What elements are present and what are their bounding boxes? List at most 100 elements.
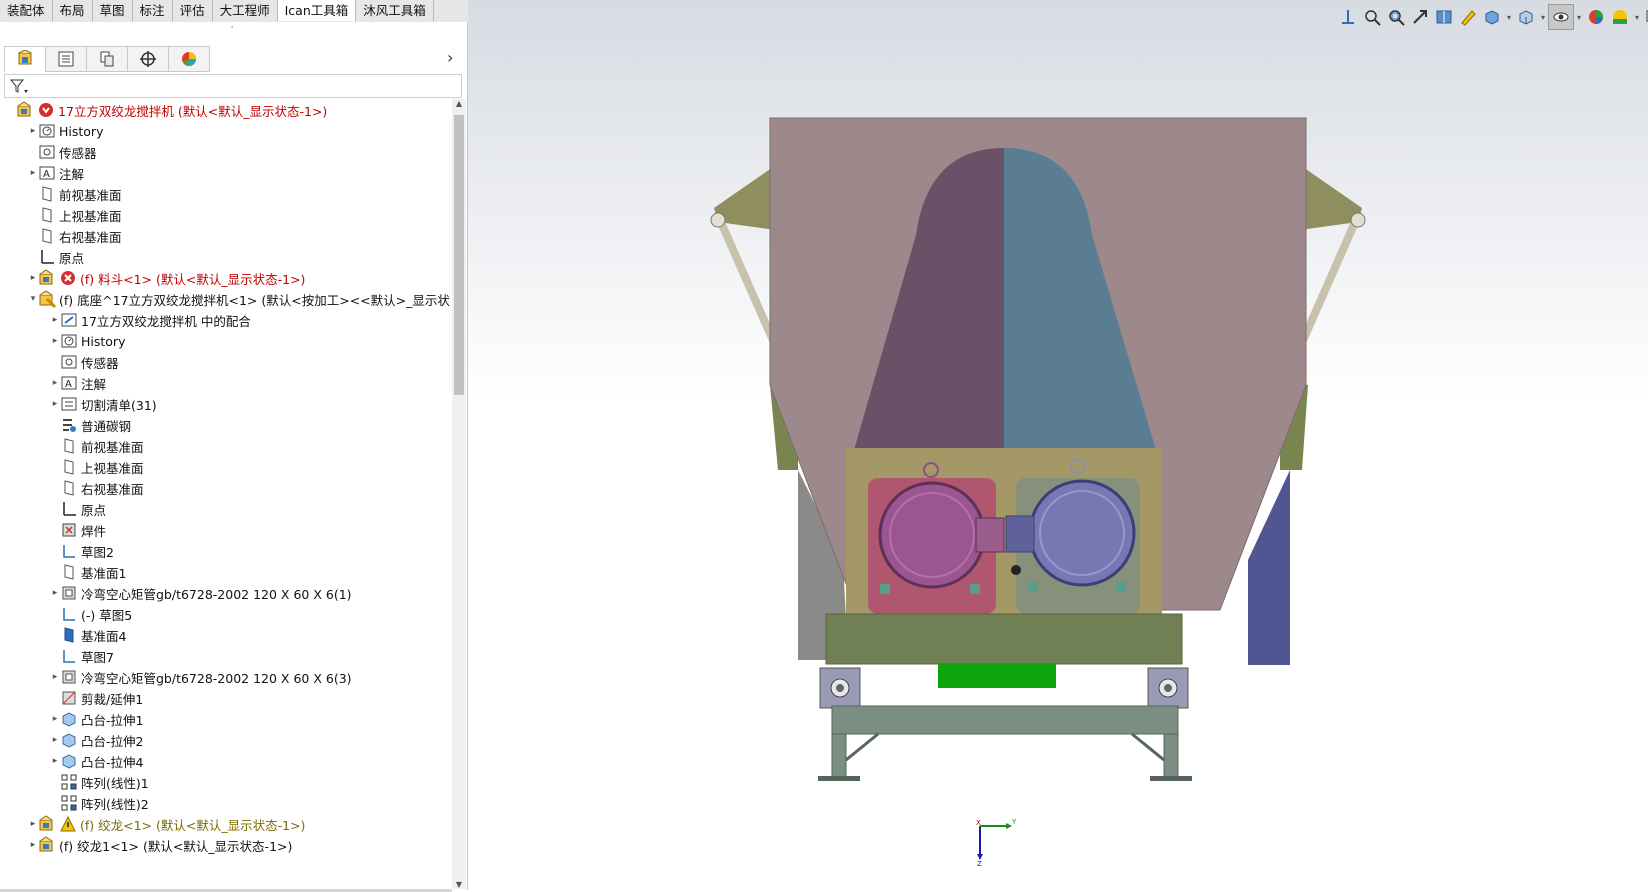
panel-expand-chevron-icon[interactable]: › [447, 48, 461, 68]
graphics-viewport[interactable]: ▾▾▾▾▾ ◧ ◨ ❐ ☐ X Y Z 激 转 [468, 0, 1648, 890]
tab-3[interactable]: 标注 [133, 0, 173, 21]
display-style-icon[interactable] [1514, 5, 1538, 29]
expand-toggle-icon[interactable]: ▸ [50, 672, 60, 682]
tree-item[interactable]: 右视基准面 [0, 225, 122, 247]
tree-item[interactable]: 传感器 [0, 351, 119, 373]
tab-2[interactable]: 草图 [93, 0, 133, 21]
tree-item[interactable]: ▸ A 注解 [0, 162, 84, 184]
tree-item[interactable]: 前视基准面 [0, 435, 144, 457]
expand-toggle-icon[interactable]: ▸ [28, 126, 38, 136]
expand-toggle-icon[interactable]: ▸ [28, 819, 38, 829]
tree-item[interactable]: ▸ (f) 绞龙1<1> (默认<默认_显示状态-1>) [0, 834, 292, 856]
scroll-up-icon[interactable]: ▲ [452, 99, 466, 108]
dropdown-arrow-icon[interactable]: ▾ [1632, 13, 1642, 22]
tree-item[interactable]: ▸ 凸台-拉伸1 [0, 708, 143, 730]
expand-toggle-icon[interactable]: ▸ [50, 315, 60, 325]
expand-toggle-icon[interactable]: ▸ [50, 714, 60, 724]
tree-item[interactable]: 阵列(线性)1 [0, 771, 149, 793]
feature-tree: 17立方双绞龙搅拌机 (默认<默认_显示状态-1>) ▸ History 传感器 ▸ A 注… [0, 99, 450, 889]
tree-item[interactable]: 阵列(线性)2 [0, 792, 149, 814]
tree-vertical-scrollbar[interactable]: ▲ ▼ [452, 99, 466, 889]
expand-toggle-icon[interactable]: ▸ [50, 735, 60, 745]
tree-item[interactable]: ▸ 冷弯空心矩管gb/t6728-2002 120 X 60 X 6(3) [0, 666, 352, 688]
tree-item-label: 注解 [59, 166, 85, 182]
scroll-down-icon[interactable]: ▼ [452, 880, 466, 889]
expand-toggle-icon[interactable]: ▸ [50, 336, 60, 346]
zoom-to-area-icon[interactable] [1384, 5, 1408, 29]
previous-view-icon[interactable] [1408, 5, 1432, 29]
tree-item[interactable]: ▸ 切割清单(31) [0, 393, 157, 415]
dropdown-arrow-icon[interactable]: ▾ [1538, 13, 1548, 22]
expand-toggle-icon[interactable]: ▸ [28, 273, 38, 283]
expand-toggle-icon[interactable]: ▸ [50, 399, 60, 409]
view-orientation-cube-icon[interactable] [1480, 5, 1504, 29]
dimxpert-tab[interactable] [127, 46, 168, 72]
view-settings-icon[interactable] [1642, 5, 1648, 29]
assembly-icon [38, 836, 56, 854]
tree-item[interactable]: 基准面4 [0, 624, 126, 646]
history-icon [60, 332, 78, 350]
edit-appearance-icon[interactable] [1584, 5, 1608, 29]
propertymanager-tab[interactable] [45, 46, 86, 72]
tree-item[interactable]: ▾ (f) 底座^17立方双绞龙搅拌机<1> (默认<按加工><<默认>_显示状态… [0, 288, 450, 310]
tree-item[interactable]: 17立方双绞龙搅拌机 (默认<默认_显示状态-1>) [0, 99, 327, 121]
tree-item[interactable]: 剪裁/延伸1 [0, 687, 143, 709]
scroll-thumb[interactable] [454, 115, 464, 395]
expand-toggle-icon[interactable]: ▸ [50, 756, 60, 766]
tree-item[interactable]: 普通碳钢 [0, 414, 131, 436]
tree-item[interactable]: 焊件 [0, 519, 106, 541]
expand-toggle-icon[interactable]: ▸ [28, 168, 38, 178]
expand-toggle-icon[interactable]: ▸ [50, 378, 60, 388]
tree-item[interactable]: 基准面1 [0, 561, 126, 583]
tree-item[interactable]: ▸ 冷弯空心矩管gb/t6728-2002 120 X 60 X 6(1) [0, 582, 352, 604]
dynamic-annotation-icon[interactable] [1456, 5, 1480, 29]
tab-4[interactable]: 评估 [173, 0, 213, 21]
tree-item-label: 基准面1 [81, 565, 127, 581]
expand-toggle-icon[interactable]: ▾ [28, 294, 38, 304]
tab-6[interactable]: Ican工具箱 [277, 0, 357, 21]
tree-item[interactable]: ▸ 凸台-拉伸2 [0, 729, 143, 751]
tree-item[interactable]: 原点 [0, 498, 106, 520]
featuremanager-tab[interactable] [4, 46, 45, 72]
hide-show-icon[interactable] [1548, 4, 1574, 30]
tab-0[interactable]: 装配体 [0, 0, 53, 21]
tree-item[interactable]: ▸ History [0, 120, 104, 142]
tree-item[interactable]: 上视基准面 [0, 204, 122, 226]
tab-1[interactable]: 布局 [53, 0, 93, 21]
section-view-icon[interactable] [1432, 5, 1456, 29]
expand-toggle-icon[interactable]: ▸ [50, 588, 60, 598]
origin-icon [60, 500, 78, 518]
dropdown-arrow-icon[interactable]: ▾ [1504, 13, 1514, 22]
tree-item[interactable]: ▸ A 注解 [0, 372, 106, 394]
apply-scene-icon[interactable] [1608, 5, 1632, 29]
filter-icon[interactable] [8, 76, 30, 96]
zoom-to-fit-icon[interactable] [1360, 5, 1384, 29]
expand-toggle-icon[interactable]: ▸ [28, 840, 38, 850]
tree-item[interactable]: 原点 [0, 246, 84, 268]
structural-icon [60, 668, 78, 686]
tab-5[interactable]: 大工程师 [213, 0, 278, 21]
view-orientation-icon[interactable] [1336, 5, 1360, 29]
tree-item[interactable]: 草图7 [0, 645, 114, 667]
plane-icon [60, 458, 78, 476]
tree-filter-field[interactable] [4, 74, 462, 98]
tree-item[interactable]: ▸ (f) 料斗<1> (默认<默认_显示状态-1>) [0, 267, 305, 289]
tab-7[interactable]: 沐风工具箱 [356, 0, 434, 21]
tree-item[interactable]: 草图2 [0, 540, 114, 562]
tree-item[interactable]: 右视基准面 [0, 477, 144, 499]
tree-item[interactable]: (-) 草图5 [0, 603, 132, 625]
panel-grip[interactable]: ⠂ [0, 22, 467, 36]
tree-item[interactable]: ▸ (f) 绞龙<1> (默认<默认_显示状态-1>) [0, 813, 305, 835]
tree-item[interactable]: 传感器 [0, 141, 97, 163]
dropdown-arrow-icon[interactable]: ▾ [1574, 13, 1584, 22]
displaymanager-tab[interactable] [168, 46, 210, 72]
sketch-icon [60, 605, 78, 623]
tree-item[interactable]: ▸ History [0, 330, 126, 352]
tree-item[interactable]: ▸ 凸台-拉伸4 [0, 750, 143, 772]
sensor-icon [38, 143, 56, 161]
tree-item[interactable]: 前视基准面 [0, 183, 122, 205]
configurationmanager-tab[interactable] [86, 46, 127, 72]
tree-item[interactable]: 上视基准面 [0, 456, 144, 478]
sensor-icon [60, 353, 78, 371]
tree-item[interactable]: ▸ 17立方双绞龙搅拌机 中的配合 [0, 309, 251, 331]
